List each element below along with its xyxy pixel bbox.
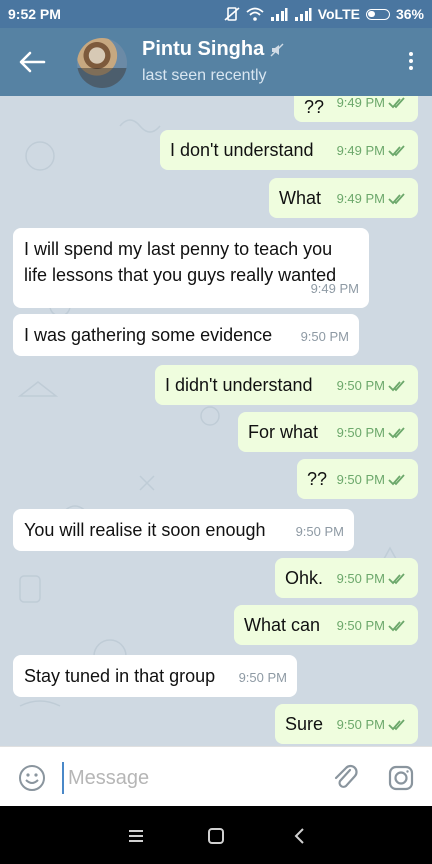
double-check-icon — [388, 427, 405, 439]
last-seen-status: last seen recently — [142, 67, 267, 84]
message-text: You will realise it soon enough — [24, 520, 266, 540]
message-incoming[interactable]: You will realise it soon enough 9:50 PM — [13, 509, 354, 551]
message-time: 9:49 PM — [336, 191, 385, 206]
message-text: For what — [248, 422, 319, 442]
status-bar: 9:52 PM VoLTE 36% — [0, 0, 432, 28]
message-time: 9:50 PM — [336, 378, 385, 393]
more-vert-icon[interactable] — [404, 50, 418, 76]
message-meta: 9:50 PM — [337, 712, 408, 738]
message-text: What can — [244, 615, 321, 635]
status-icons: VoLTE 36% — [224, 6, 424, 22]
double-check-icon — [388, 573, 405, 585]
message-text: I didn't understand — [165, 375, 313, 395]
message-meta: 9:50 PM — [337, 566, 408, 592]
message-meta: 9:49 PM — [337, 186, 408, 212]
message-meta: 9:49 PM — [311, 276, 359, 302]
message-meta: 9:50 PM — [301, 324, 349, 350]
double-check-icon — [388, 193, 405, 205]
camera-icon[interactable] — [387, 764, 415, 792]
message-meta: 9:49 PM — [337, 96, 408, 116]
message-meta: 9:50 PM — [337, 467, 408, 493]
message-time: 9:50 PM — [336, 717, 385, 732]
network-type: VoLTE — [317, 6, 360, 22]
message-outgoing[interactable]: Ohk. 9:50 PM — [275, 558, 418, 598]
message-meta: 9:50 PM — [337, 373, 408, 399]
message-incoming[interactable]: I was gathering some evidence 9:50 PM — [13, 314, 359, 356]
message-outgoing[interactable]: I don't understand 9:49 PM — [160, 130, 418, 170]
mute-icon — [270, 43, 284, 56]
message-time: 9:50 PM — [336, 425, 385, 440]
home-icon[interactable] — [204, 824, 228, 848]
avatar[interactable] — [77, 38, 127, 88]
message-input[interactable] — [62, 762, 330, 794]
message-text: Ohk. — [285, 568, 324, 588]
message-time: 9:50 PM — [336, 618, 385, 633]
message-outgoing[interactable]: What 9:49 PM — [269, 178, 418, 218]
double-check-icon — [388, 380, 405, 392]
message-outgoing[interactable]: I didn't understand 9:50 PM — [155, 365, 418, 405]
chat-header: Pintu Singha last seen recently — [0, 28, 432, 96]
message-time: 9:50 PM — [295, 524, 344, 539]
message-time: 9:49 PM — [310, 281, 359, 296]
message-text: I was gathering some evidence — [24, 325, 273, 345]
message-time: 9:50 PM — [238, 670, 287, 685]
message-outgoing[interactable]: What can 9:50 PM — [234, 605, 418, 645]
vibrate-off-icon — [224, 7, 240, 21]
double-check-icon — [388, 719, 405, 731]
message-time: 9:50 PM — [336, 472, 385, 487]
status-time: 9:52 PM — [8, 6, 61, 22]
message-text: I don't understand — [170, 140, 314, 160]
message-time: 9:50 PM — [336, 571, 385, 586]
recents-icon[interactable] — [124, 824, 148, 848]
message-meta: 9:49 PM — [337, 138, 408, 164]
message-text: Stay tuned in that group — [24, 666, 216, 686]
message-text: What — [279, 188, 322, 208]
message-meta: 9:50 PM — [239, 665, 287, 691]
double-check-icon — [388, 97, 405, 109]
attach-icon[interactable] — [331, 762, 359, 792]
message-text: Sure — [285, 714, 324, 734]
double-check-icon — [388, 145, 405, 157]
back-icon[interactable] — [288, 824, 312, 848]
wifi-icon — [246, 7, 264, 21]
signal-icon — [294, 8, 312, 21]
emoji-icon[interactable] — [18, 764, 46, 792]
battery-percent: 36% — [395, 6, 424, 22]
message-text: ?? — [304, 97, 325, 117]
message-outgoing[interactable]: ?? 9:49 PM — [294, 96, 418, 122]
back-arrow-icon[interactable] — [18, 50, 46, 74]
message-incoming[interactable]: I will spend my last penny to teach you … — [13, 228, 369, 308]
contact-name-row[interactable]: Pintu Singha — [142, 38, 284, 61]
contact-name: Pintu Singha — [142, 38, 265, 60]
battery-icon — [365, 8, 390, 20]
message-text: I will spend my last penny to teach you … — [24, 239, 337, 285]
message-time: 9:49 PM — [336, 143, 385, 158]
message-text: ?? — [307, 469, 328, 489]
message-meta: 9:50 PM — [296, 519, 344, 545]
signal-icon — [270, 8, 288, 21]
message-time: 9:49 PM — [336, 96, 385, 110]
message-outgoing[interactable]: ?? 9:50 PM — [297, 459, 418, 499]
system-nav-bar — [0, 806, 432, 864]
message-outgoing[interactable]: For what 9:50 PM — [238, 412, 418, 452]
message-meta: 9:50 PM — [337, 420, 408, 446]
message-composer — [0, 746, 432, 807]
double-check-icon — [388, 474, 405, 486]
message-meta: 9:50 PM — [337, 613, 408, 639]
chat-area[interactable]: ?? 9:49 PM I don't understand 9:49 PM Wh… — [0, 96, 432, 746]
message-outgoing[interactable]: Sure 9:50 PM — [275, 704, 418, 744]
message-incoming[interactable]: Stay tuned in that group 9:50 PM — [13, 655, 297, 697]
message-time: 9:50 PM — [300, 329, 349, 344]
double-check-icon — [388, 620, 405, 632]
